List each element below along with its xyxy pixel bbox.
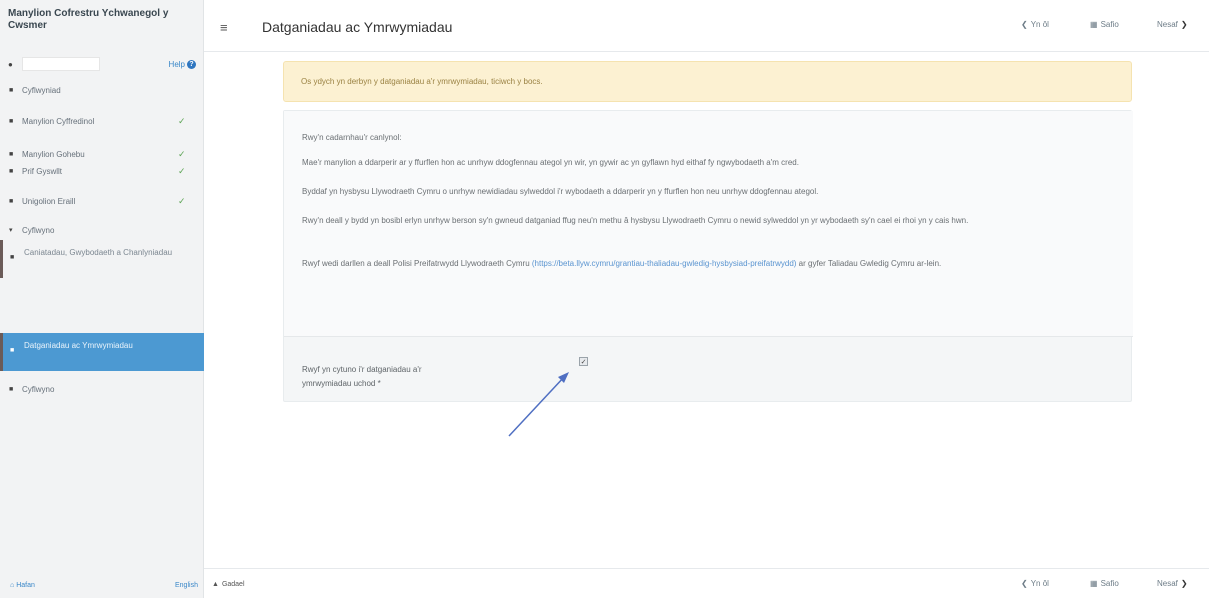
privacy-text-end: ar gyfer Taliadau Gwledig Cymru ar-lein. [796, 259, 942, 268]
sidebar-indicator [0, 333, 3, 371]
chevron-left-icon: ❮ [1021, 20, 1028, 29]
sidebar-item-label: Prif Gyswllt [22, 166, 62, 176]
book-icon: ■ [10, 254, 15, 261]
exit-button[interactable]: ▲ Gadael [212, 581, 245, 588]
sidebar-item-label: Manylion Gohebu [22, 149, 85, 159]
declaration-paragraph: Byddaf yn hysbysu Llywodraeth Cymru o un… [302, 187, 819, 196]
sidebar-item-manylion-gohebu[interactable]: ■ Manylion Gohebu ✓ [0, 148, 204, 160]
chevron-down-icon: ▾ [9, 227, 13, 234]
book-icon: ■ [9, 117, 14, 125]
declaration-privacy: Rwyf wedi darllen a deall Polisi Preifat… [302, 257, 1122, 271]
back-label: Yn ôl [1030, 579, 1049, 588]
language-link[interactable]: English [175, 582, 198, 589]
declarations-panel: Rwy'n cadarnhau'r canlynol: Mae'r manyli… [283, 110, 1133, 402]
next-label: Nesaf [1157, 20, 1178, 29]
top-bar: ≡ Datganiadau ac Ymrwymiadau ❮ Yn ôl ▦ S… [204, 0, 1209, 52]
next-label: Nesaf [1157, 579, 1178, 588]
check-icon: ✓ [178, 195, 186, 206]
username-field [22, 57, 100, 71]
home-label: Hafan [16, 582, 35, 589]
privacy-text: Rwyf wedi darllen a deall Polisi Preifat… [302, 259, 532, 268]
home-link[interactable]: ⌂ Hafan [10, 582, 35, 589]
book-icon: ■ [9, 197, 14, 205]
book-icon: ■ [9, 167, 14, 175]
book-icon: ■ [9, 86, 14, 94]
help-icon: ? [187, 59, 196, 69]
sidebar-item-label: Caniatadau, Gwybodaeth a Chanlyniadau [24, 248, 173, 257]
sidebar-item-label: Cyflwyniad [22, 85, 61, 95]
back-label: Yn ôl [1030, 20, 1049, 29]
sidebar-indicator [0, 240, 3, 278]
sidebar-item-cyflwyniad[interactable]: ■ Cyflwyniad [0, 84, 204, 96]
sidebar: Manylion Cofrestru Ychwanegol y Cwsmer ●… [0, 0, 204, 598]
save-icon: ▦ [1090, 579, 1098, 588]
book-icon: ■ [9, 150, 14, 158]
help-label: Help [168, 59, 185, 69]
chevron-left-icon: ❮ [1021, 579, 1028, 588]
sidebar-item-datganiadau-active[interactable]: ■ Datganiadau ac Ymrwymiadau [0, 333, 204, 371]
check-icon: ✓ [178, 148, 186, 159]
exit-label: Gadael [221, 581, 245, 588]
declarations-text: Rwy'n cadarnhau'r canlynol: Mae'r manyli… [284, 111, 1133, 337]
agree-label: Rwyf yn cytuno i'r datganiadau a'r ymrwy… [302, 365, 422, 388]
footer-save-button[interactable]: ▦ Safio [1090, 579, 1119, 588]
footer-bar: ▲ Gadael ❮ Yn ôl ▦ Safio Nesaf ❯ [204, 568, 1209, 598]
save-button[interactable]: ▦ Safio [1090, 20, 1119, 29]
check-icon: ✓ [580, 358, 587, 366]
footer-next-button[interactable]: Nesaf ❯ [1157, 579, 1188, 588]
sidebar-item-caniatadau[interactable]: ■ Caniatadau, Gwybodaeth a Chanlyniadau [0, 240, 204, 278]
check-icon: ✓ [178, 115, 186, 126]
declaration-intro: Rwy'n cadarnhau'r canlynol: [302, 133, 402, 142]
book-icon: ■ [9, 385, 14, 393]
sidebar-group-cyflwyno[interactable]: ▾ Cyflwyno [0, 224, 204, 236]
declaration-paragraph: Rwy'n deall y bydd yn bosibl erlyn unrhy… [302, 216, 969, 225]
help-link[interactable]: Help ? [168, 59, 196, 69]
user-icon: ● [8, 59, 13, 69]
sidebar-item-prif-gyswllt[interactable]: ■ Prif Gyswllt ✓ [0, 165, 204, 177]
sidebar-item-cyflwyno[interactable]: ■ Cyflwyno [0, 383, 204, 395]
sidebar-title: Manylion Cofrestru Ychwanegol y Cwsmer [8, 8, 169, 31]
save-label: Safio [1100, 20, 1119, 29]
sidebar-item-unigolion-eraill[interactable]: ■ Unigolion Eraill ✓ [0, 195, 204, 207]
check-icon: ✓ [178, 165, 186, 176]
hamburger-icon[interactable]: ≡ [220, 20, 228, 35]
agree-checkbox[interactable]: ✓ [579, 357, 588, 366]
chevron-right-icon: ❯ [1180, 20, 1188, 29]
sidebar-item-label: Unigolion Eraill [22, 196, 76, 206]
sidebar-item-label: Datganiadau ac Ymrwymiadau [24, 341, 133, 350]
arrow-up-icon: ▲ [212, 581, 219, 588]
alert-text: Os ydych yn derbyn y datganiadau a'r ymr… [301, 77, 543, 86]
declaration-paragraph: Mae'r manylion a ddarperir ar y ffurflen… [302, 158, 799, 167]
footer-back-button[interactable]: ❮ Yn ôl [1021, 579, 1049, 588]
sidebar-item-label: Cyflwyno [22, 225, 55, 235]
book-icon: ■ [10, 347, 15, 354]
sidebar-item-label: Cyflwyno [22, 384, 55, 394]
page-title: Datganiadau ac Ymrwymiadau [262, 19, 453, 35]
sidebar-item-manylion-cyffredinol[interactable]: ■ Manylion Cyffredinol ✓ [0, 115, 204, 127]
save-label: Safio [1100, 579, 1119, 588]
next-button[interactable]: Nesaf ❯ [1157, 20, 1188, 29]
annotation-arrow [508, 372, 569, 437]
chevron-right-icon: ❯ [1180, 579, 1188, 588]
sidebar-footer: ⌂ Hafan English [0, 574, 204, 598]
privacy-policy-link[interactable]: (https://beta.llyw.cymru/grantiau-thalia… [532, 259, 797, 268]
info-alert: Os ydych yn derbyn y datganiadau a'r ymr… [283, 61, 1132, 102]
user-row: ● Help ? [8, 56, 196, 72]
sidebar-item-label: Manylion Cyffredinol [22, 116, 95, 126]
back-button[interactable]: ❮ Yn ôl [1021, 20, 1049, 29]
save-icon: ▦ [1090, 20, 1098, 29]
